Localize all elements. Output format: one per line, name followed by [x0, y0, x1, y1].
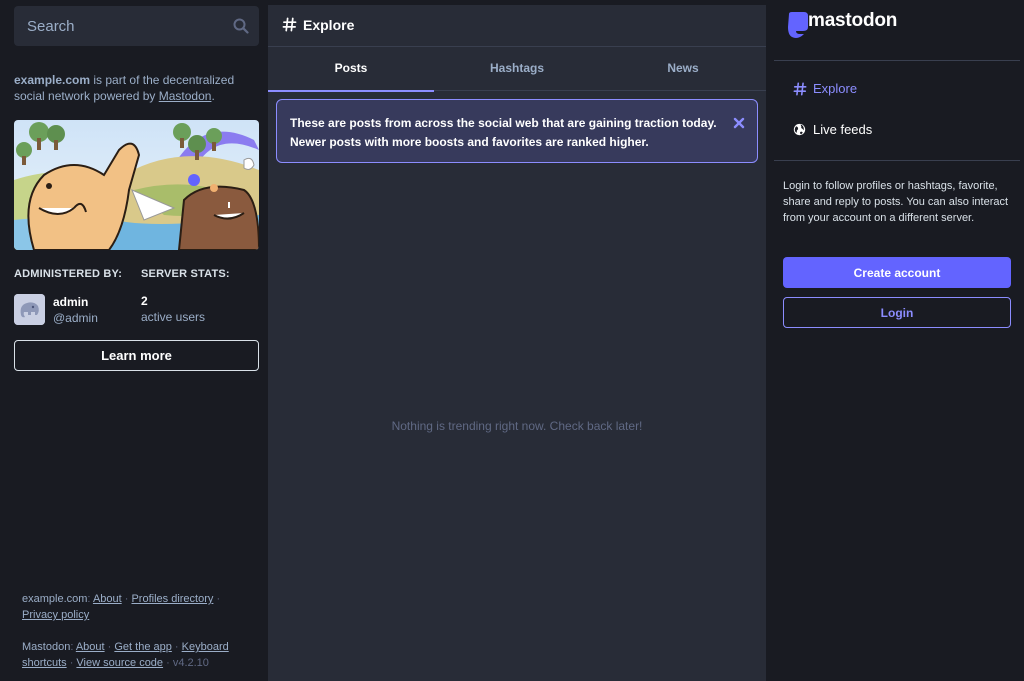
tab-hashtags[interactable]: Hashtags	[434, 47, 600, 91]
empty-state-message: Nothing is trending right now. Check bac…	[391, 419, 643, 433]
active-users-count: 2	[141, 294, 148, 308]
create-account-button[interactable]: Create account	[783, 257, 1011, 288]
trending-info-banner: These are posts from across the social w…	[276, 99, 758, 163]
server-stats-heading: SERVER STATS:	[141, 268, 230, 280]
nav-live-feeds-label: Live feeds	[813, 122, 873, 137]
hashtag-icon	[282, 17, 297, 32]
mastodon-footer-links: Mastodon: About · Get the app · Keyboard…	[22, 641, 229, 669]
close-icon[interactable]	[733, 117, 745, 129]
footer-mastodon-label: Mastodon	[22, 641, 71, 653]
divider	[774, 160, 1020, 161]
tab-news[interactable]: News	[600, 47, 766, 91]
footer-version: v4.2.10	[172, 657, 209, 669]
divider	[774, 60, 1020, 61]
search-icon[interactable]	[233, 18, 249, 34]
login-button[interactable]: Login	[783, 297, 1011, 328]
explore-column: Explore Posts Hashtags News These are po…	[268, 5, 766, 681]
banner-text: These are posts from across the social w…	[290, 116, 717, 149]
right-sidebar: mastodon Explore Live feeds Login to fol…	[766, 0, 1024, 681]
server-footer-links: example.com: About · Profiles directory …	[22, 593, 221, 621]
tab-posts[interactable]: Posts	[268, 47, 434, 92]
column-title: Explore	[303, 17, 355, 33]
footer-about-link[interactable]: About	[93, 593, 122, 605]
search-box	[14, 6, 259, 46]
admin-account[interactable]: admin @admin	[14, 294, 134, 326]
server-stats: SERVER STATS: 2 active users	[141, 268, 261, 324]
footer-profiles-directory-link[interactable]: Profiles directory	[131, 593, 213, 605]
footer-get-app-link[interactable]: Get the app	[114, 641, 172, 653]
avatar[interactable]	[14, 294, 45, 325]
footer-mastodon-about-link[interactable]: About	[76, 641, 105, 653]
learn-more-button[interactable]: Learn more	[14, 340, 259, 371]
active-users-label: active users	[141, 310, 206, 324]
admin-handle: @admin	[53, 311, 98, 325]
logo-wordmark: mastodon	[808, 10, 898, 31]
server-hero-image	[14, 120, 259, 250]
nav-explore-label: Explore	[813, 81, 858, 96]
globe-icon	[793, 123, 806, 136]
footer-privacy-policy-link[interactable]: Privacy policy	[22, 609, 89, 621]
administered-by: ADMINISTERED BY: admin @admin	[14, 268, 134, 326]
elephant-icon	[14, 294, 45, 325]
mastodon-logo-icon	[788, 12, 808, 38]
footer-server-name: example.com	[22, 593, 88, 605]
server-description: example.com is part of the decentralized…	[14, 73, 235, 103]
admin-display-name: admin	[53, 295, 89, 309]
mastodon-link[interactable]: Mastodon	[159, 89, 212, 103]
server-domain: example.com	[14, 73, 91, 87]
administered-by-heading: ADMINISTERED BY:	[14, 268, 123, 280]
column-header: Explore	[268, 5, 766, 47]
login-prompt-text: Login to follow profiles or hashtags, fa…	[783, 180, 1009, 224]
hashtag-icon	[793, 82, 807, 96]
left-sidebar: example.com is part of the decentralized…	[0, 0, 268, 681]
footer-view-source-link[interactable]: View source code	[76, 657, 163, 669]
explore-tabs: Posts Hashtags News	[268, 47, 766, 92]
search-input[interactable]	[14, 6, 259, 46]
